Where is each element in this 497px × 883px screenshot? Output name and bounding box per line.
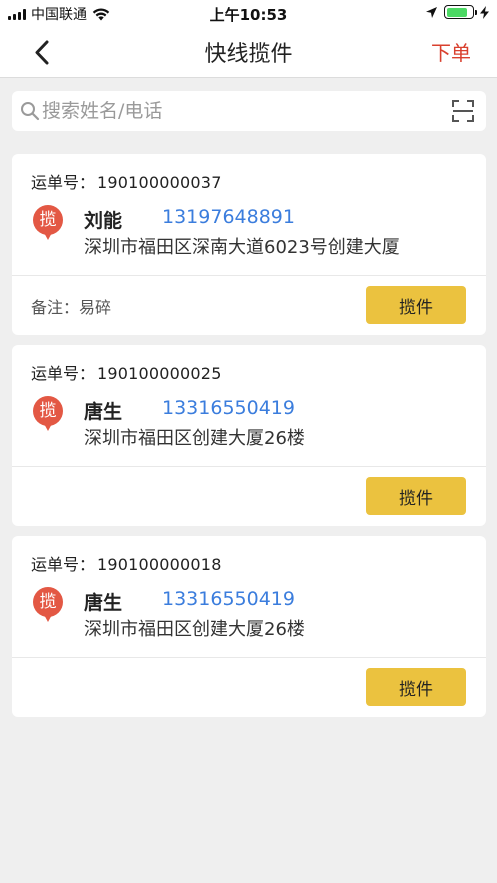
sender-name: 刘能 (84, 210, 123, 232)
nav-bar: 快线揽件 下单 (0, 26, 497, 78)
pickup-pin-icon: 揽 (33, 205, 63, 243)
collect-button[interactable]: 揽件 (366, 286, 466, 324)
scan-icon[interactable] (452, 100, 474, 122)
divider (12, 275, 486, 276)
sender-phone[interactable]: 13197648891 (162, 206, 295, 228)
search-bar (12, 91, 486, 131)
divider (12, 657, 486, 658)
sender-address: 深圳市福田区深南大道6023号创建大厦 (84, 237, 400, 258)
divider (12, 466, 486, 467)
sender-name: 唐生 (84, 592, 123, 614)
sender-address: 深圳市福田区创建大厦26楼 (84, 428, 305, 449)
pickup-pin-icon: 揽 (33, 396, 63, 434)
collect-button[interactable]: 揽件 (366, 477, 466, 515)
order-remark: 备注：易碎 (31, 298, 112, 317)
status-bar: 中国联通 上午10:53 (0, 0, 497, 26)
sender-address: 深圳市福田区创建大厦26楼 (84, 619, 305, 640)
location-arrow-icon (426, 6, 437, 18)
pickup-pin-icon: 揽 (33, 587, 63, 625)
waybill-label: 运单号： (31, 555, 96, 574)
status-right (425, 5, 489, 19)
place-order-button[interactable]: 下单 (431, 37, 471, 66)
search-input[interactable] (42, 91, 442, 131)
waybill-row: 运单号： 190100000037 (31, 169, 222, 193)
sender-phone[interactable]: 13316550419 (162, 588, 295, 610)
waybill-number: 190100000025 (97, 364, 222, 383)
search-icon (21, 102, 40, 121)
sender-phone[interactable]: 13316550419 (162, 397, 295, 419)
order-card: 运单号： 190100000025 揽 唐生 13316550419 深圳市福田区… (12, 345, 486, 526)
page-title: 快线揽件 (204, 42, 293, 67)
pickup-badge: 揽 (33, 205, 63, 235)
waybill-label: 运单号： (31, 364, 96, 383)
waybill-row: 运单号： 190100000025 (31, 360, 222, 384)
status-time: 上午10:53 (209, 6, 288, 24)
waybill-label: 运单号： (31, 173, 96, 192)
order-card: 运单号： 190100000037 揽 刘能 13197648891 深圳市福田区… (12, 154, 486, 335)
waybill-number: 190100000018 (97, 555, 222, 574)
sender-name: 唐生 (84, 401, 123, 423)
waybill-number: 190100000037 (97, 173, 222, 192)
charging-bolt-icon (480, 5, 489, 19)
order-card: 运单号： 190100000018 揽 唐生 13316550419 深圳市福田区… (12, 536, 486, 717)
pickup-badge: 揽 (33, 396, 63, 426)
battery-level (446, 7, 467, 17)
collect-button[interactable]: 揽件 (366, 668, 466, 706)
waybill-row: 运单号： 190100000018 (31, 551, 222, 575)
pickup-badge: 揽 (33, 587, 63, 617)
battery-icon (444, 5, 477, 19)
